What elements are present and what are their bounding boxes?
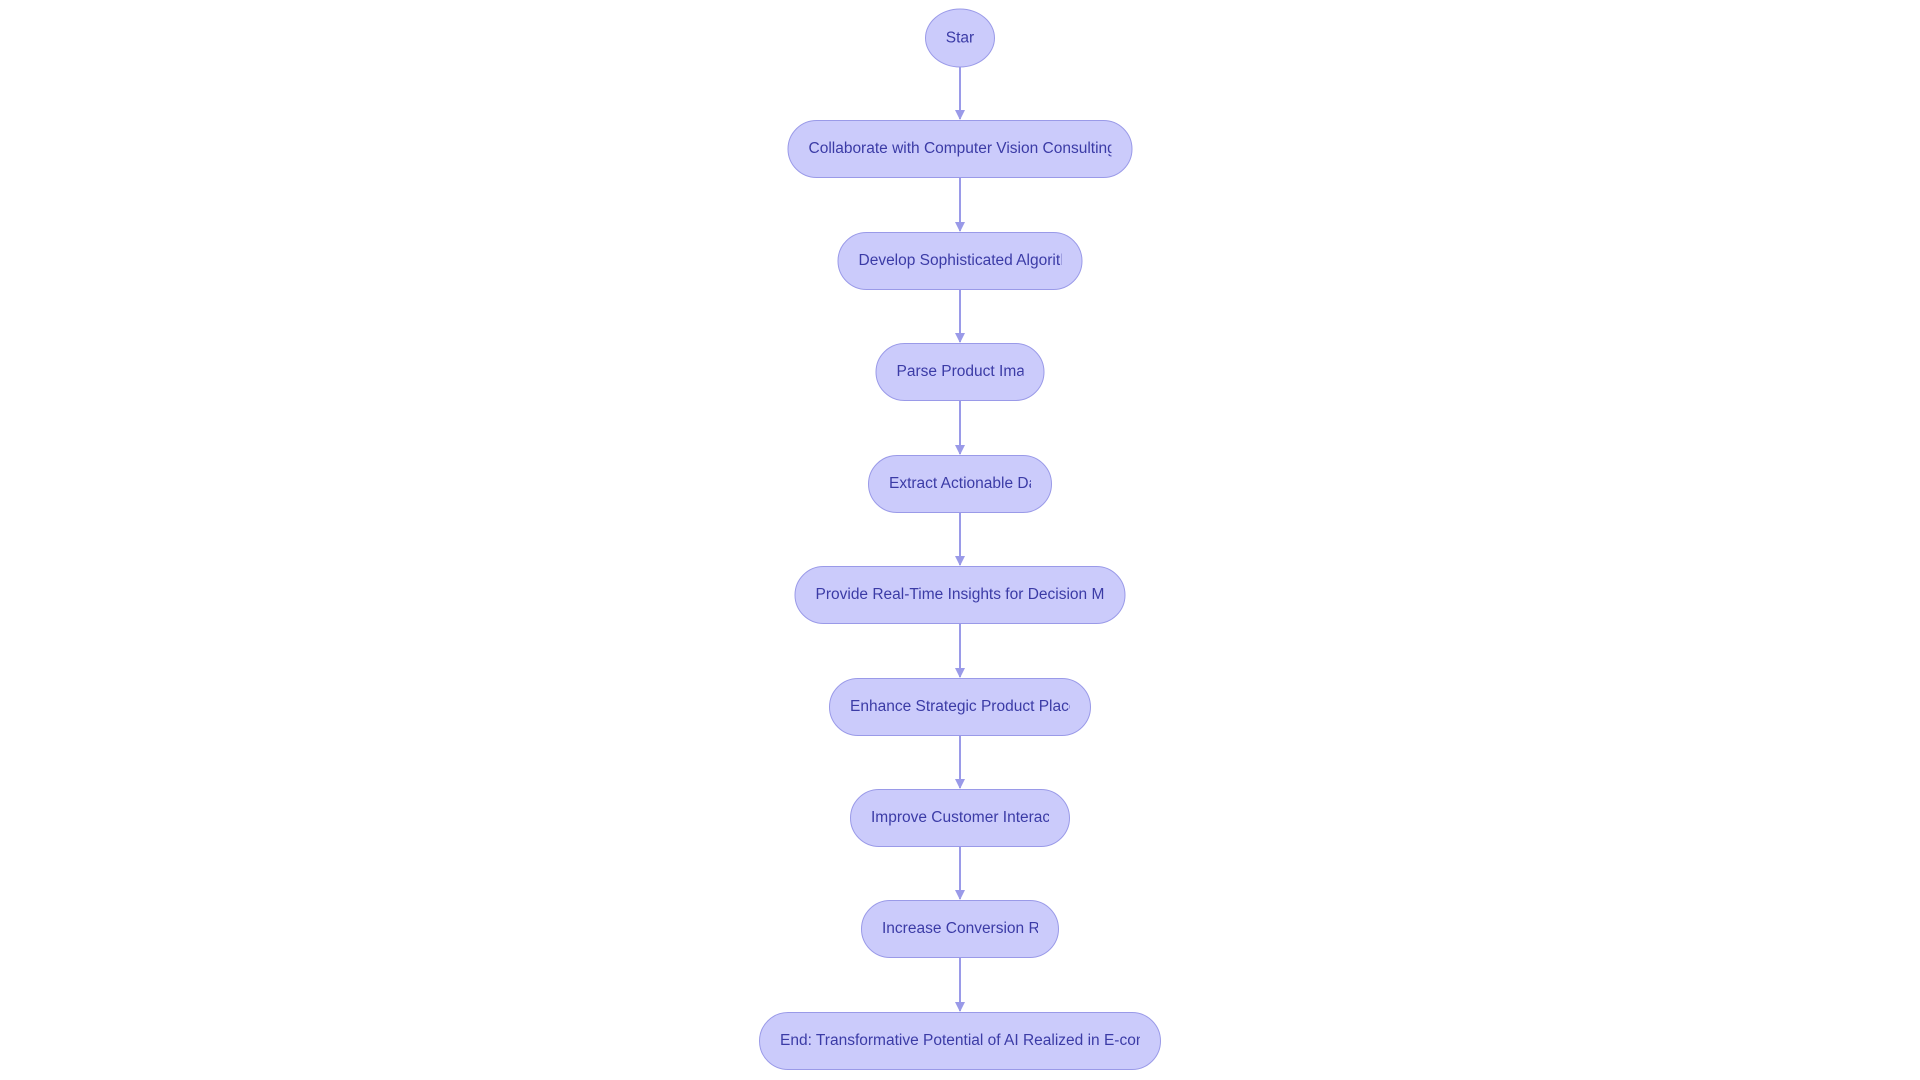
node-label: Collaborate with Computer Vision Consult… xyxy=(808,140,1112,157)
node-improve-interaction: Improve Customer Interact xyxy=(850,789,1070,847)
node-increase-conversion: Increase Conversion Ra xyxy=(861,900,1059,958)
node-label: Parse Product Imag xyxy=(896,363,1024,380)
node-label: Develop Sophisticated Algorith xyxy=(858,252,1062,269)
node-label: Increase Conversion Ra xyxy=(882,920,1038,937)
node-extract-data: Extract Actionable Da xyxy=(868,455,1052,513)
node-collaborate: Collaborate with Computer Vision Consult… xyxy=(787,120,1133,178)
node-label: End: Transformative Potential of AI Real… xyxy=(780,1032,1140,1049)
node-label: Improve Customer Interact xyxy=(871,809,1049,826)
node-real-time-insights: Provide Real-Time Insights for Decision … xyxy=(794,566,1126,624)
node-develop-algorithms: Develop Sophisticated Algorith xyxy=(837,232,1083,290)
node-label: Enhance Strategic Product Place xyxy=(850,698,1070,715)
node-label: Extract Actionable Da xyxy=(889,475,1031,492)
node-start: Star xyxy=(925,8,995,68)
node-label: Star xyxy=(945,29,975,46)
node-end: End: Transformative Potential of AI Real… xyxy=(759,1012,1161,1070)
node-parse-images: Parse Product Imag xyxy=(875,343,1045,401)
node-label: Provide Real-Time Insights for Decision … xyxy=(815,586,1105,603)
node-enhance-placement: Enhance Strategic Product Place xyxy=(829,678,1091,736)
